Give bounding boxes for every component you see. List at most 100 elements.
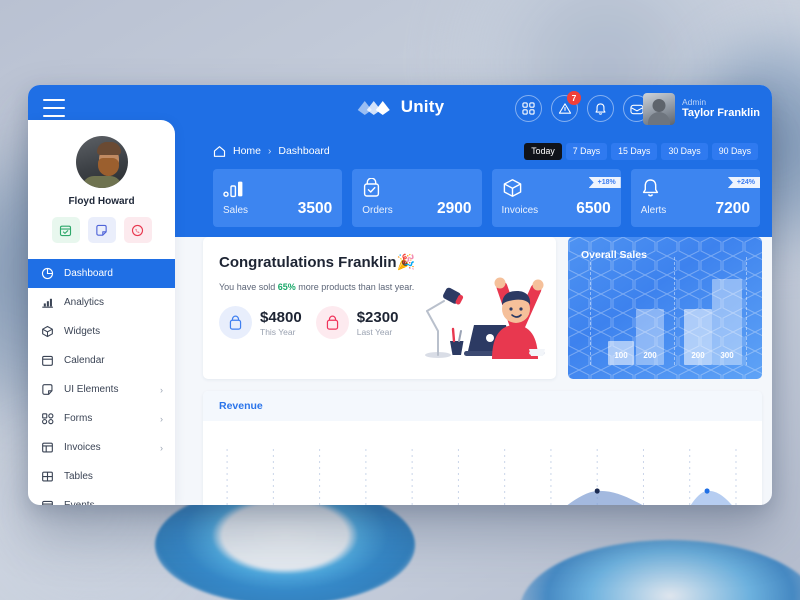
earning-text: $4800 This Year	[260, 309, 302, 337]
shopping-bag-icon	[315, 306, 349, 339]
breadcrumb: Home › Dashboard	[213, 145, 330, 158]
cube-icon	[40, 325, 55, 338]
sidebar-profile: Floyd Howard	[28, 120, 175, 253]
bar-q3: 200	[684, 309, 712, 365]
table-icon	[40, 470, 55, 483]
sidebar-item-label: Tables	[64, 471, 93, 482]
user-name: Taylor Franklin	[681, 107, 760, 120]
nav-icons: 7	[515, 91, 650, 122]
bar-q1: 100	[608, 341, 634, 365]
earning-amount: $2300	[356, 308, 399, 326]
forms-icon	[40, 412, 55, 425]
data-point	[594, 488, 600, 494]
filter-7-days[interactable]: 7 Days	[565, 142, 608, 160]
chevron-right-icon: ›	[160, 384, 163, 395]
stat-value: 3500	[297, 200, 333, 217]
sidebar-item-label: Calendar	[64, 355, 105, 366]
revenue-area-chart	[226, 449, 737, 505]
stat-value: 2900	[437, 200, 472, 217]
chevron-right-icon: ›	[160, 413, 163, 424]
quick-actions	[38, 217, 165, 243]
sidebar-item-tables[interactable]: Tables	[28, 462, 175, 491]
stat-label: Orders	[362, 205, 393, 216]
sidebar-item-ui-elements[interactable]: UI Elements ›	[28, 375, 175, 404]
stat-label: Invoices	[501, 205, 539, 216]
bar-chart-icon	[223, 176, 332, 198]
chevron-right-icon: ›	[160, 442, 163, 453]
apps-grid-icon[interactable]	[515, 95, 542, 122]
chart-divider	[746, 257, 747, 365]
content-area: Congratulations Franklin🎉 You have sold …	[203, 237, 762, 505]
brand-name: Unity	[400, 97, 445, 116]
stat-card-orders[interactable]: Orders 2900	[352, 169, 482, 227]
earning-text: $2300 Last Year	[357, 309, 399, 337]
filter-today[interactable]: Today	[524, 142, 562, 160]
filter-15-days[interactable]: 15 Days	[611, 142, 658, 160]
user-meta: Admin Taylor Franklin	[682, 97, 760, 121]
chart-divider	[674, 257, 675, 365]
sidebar-item-events[interactable]: Events	[28, 491, 175, 505]
profile-avatar[interactable]	[75, 136, 128, 188]
stat-card-alerts[interactable]: +24% Alerts 7200	[630, 169, 760, 227]
data-point	[704, 488, 710, 494]
party-popper-icon: 🎉	[396, 254, 416, 271]
revenue-chart	[203, 421, 762, 505]
note-edit-icon[interactable]	[87, 217, 116, 243]
sidebar-item-label: Analytics	[64, 297, 105, 308]
breadcrumb-item-home[interactable]: Home	[233, 145, 261, 157]
revenue-header: Revenue	[203, 391, 762, 421]
shopping-bag-icon	[219, 306, 252, 339]
celebrating-person-illustration	[425, 277, 545, 359]
filter-30-days[interactable]: 30 Days	[661, 142, 708, 160]
profile-name: Floyd Howard	[68, 196, 135, 207]
sidebar-item-widgets[interactable]: Widgets	[28, 317, 175, 346]
earning-this-year: $4800 This Year	[219, 306, 302, 339]
sidebar-item-label: Widgets	[64, 326, 101, 337]
dashboard-window: Unity 7 Admin Taylor Franklin Home › Das…	[28, 85, 772, 505]
stat-card-sales[interactable]: Sales 3500	[213, 169, 343, 227]
sidebar: Floyd Howard Dashboard Analytics Widgets…	[28, 120, 175, 505]
breadcrumb-row: Home › Dashboard Today 7 Days 15 Days 30…	[213, 138, 758, 164]
whatsapp-icon[interactable]	[123, 217, 152, 243]
chart-divider	[590, 257, 591, 365]
bar-q4: 300	[712, 279, 742, 365]
revenue-title: Revenue	[219, 400, 263, 412]
background-tape-roll-secondary	[520, 540, 800, 600]
sidebar-item-analytics[interactable]: Analytics	[28, 288, 175, 317]
calendar-check-icon[interactable]	[51, 217, 80, 243]
warning-icon[interactable]: 7	[551, 91, 581, 122]
sidebar-item-label: Dashboard	[64, 268, 113, 279]
layout-icon	[40, 441, 55, 454]
subtitle-post: more products than last year.	[295, 282, 415, 292]
stat-card-invoices[interactable]: +18% Invoices 6500	[491, 169, 621, 227]
events-icon	[40, 499, 55, 505]
stat-value: 6500	[576, 200, 611, 217]
sidebar-item-label: Events	[64, 500, 95, 505]
brand[interactable]: Unity	[356, 96, 445, 118]
filter-90-days[interactable]: 90 Days	[711, 142, 758, 160]
earning-period: This Year	[260, 326, 296, 337]
sidebar-item-forms[interactable]: Forms ›	[28, 404, 175, 433]
revenue-series-b	[567, 490, 643, 505]
stat-label: Alerts	[640, 205, 667, 216]
avatar	[642, 93, 675, 125]
breadcrumb-item-dashboard[interactable]: Dashboard	[278, 145, 329, 157]
home-icon[interactable]	[213, 145, 226, 158]
revenue-card: Revenue	[203, 391, 762, 505]
earning-amount: $4800	[260, 308, 302, 326]
bell-icon[interactable]	[587, 95, 614, 122]
sidebar-item-dashboard[interactable]: Dashboard	[28, 259, 175, 288]
user-profile-menu[interactable]: Admin Taylor Franklin	[642, 93, 760, 125]
chart-gridlines	[226, 449, 737, 505]
subtitle-pre: You have sold	[219, 282, 278, 292]
unity-logo-icon	[357, 101, 390, 115]
sidebar-item-calendar[interactable]: Calendar	[28, 346, 175, 375]
overall-sales-card: Overall Sales 100 200 200 300	[568, 237, 762, 379]
date-filter-group: Today 7 Days 15 Days 30 Days 90 Days	[524, 142, 758, 160]
hamburger-icon[interactable]	[43, 99, 65, 117]
stat-value: 7200	[715, 200, 750, 217]
earning-period: Last Year	[356, 326, 393, 337]
breadcrumb-separator: ›	[268, 145, 272, 157]
sidebar-item-invoices[interactable]: Invoices ›	[28, 433, 175, 462]
pie-chart-icon	[40, 267, 55, 280]
